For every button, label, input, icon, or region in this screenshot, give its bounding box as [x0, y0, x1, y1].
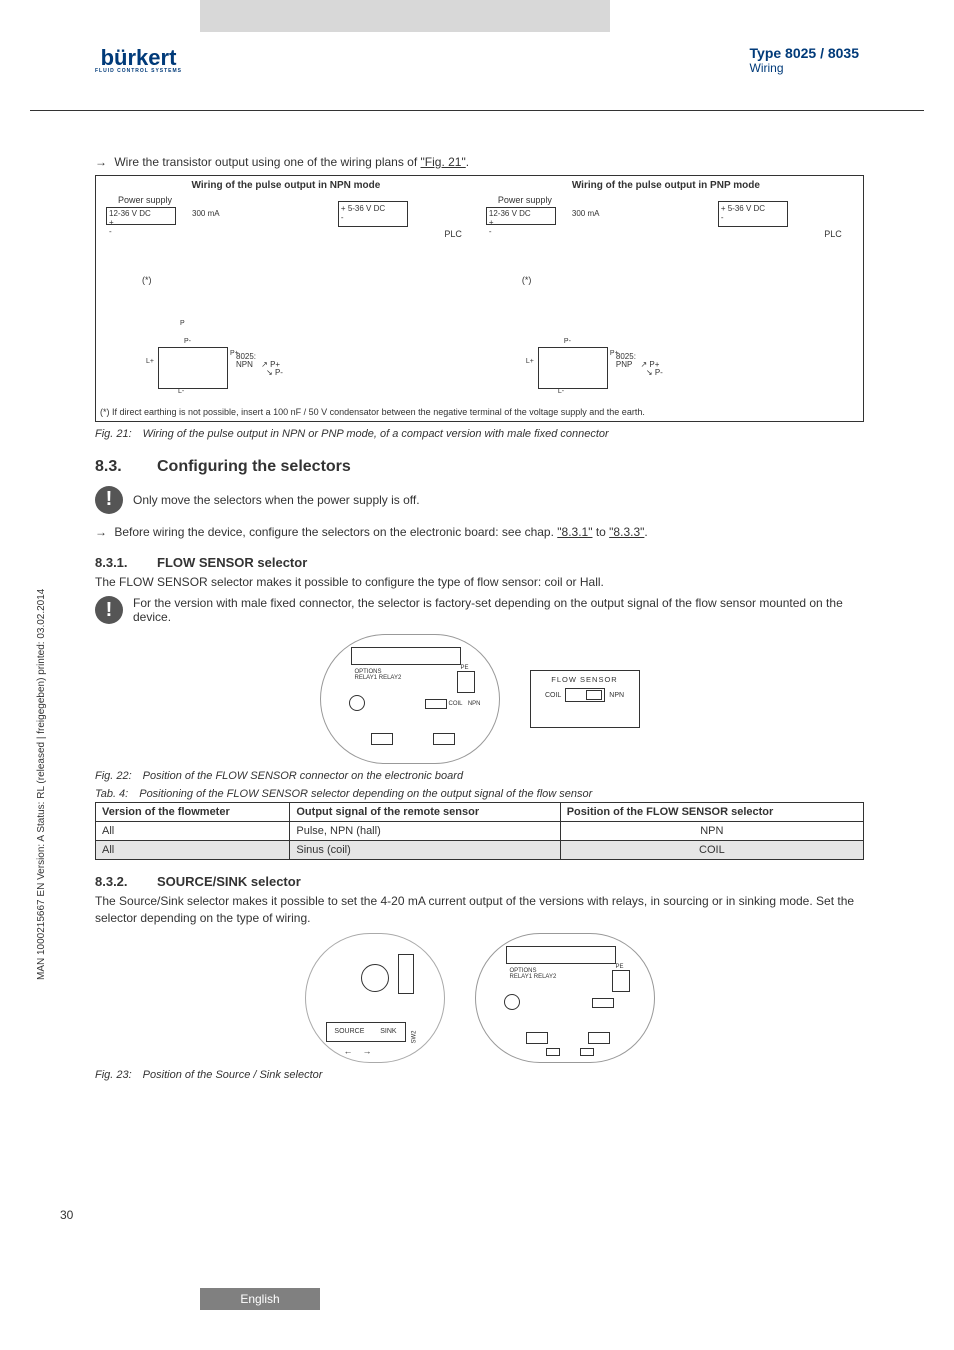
link-fig21[interactable]: "Fig. 21": [421, 155, 466, 169]
sec831-body: The FLOW SENSOR selector makes it possib…: [95, 574, 864, 591]
table-row: All Pulse, NPN (hall) NPN: [96, 822, 864, 841]
th-position: Position of the FLOW SENSOR selector: [560, 803, 863, 822]
heading-8-3-1: 8.3.1.FLOW SENSOR selector: [95, 555, 864, 570]
heading-8-3: 8.3.Configuring the selectors: [95, 458, 864, 476]
logo-tagline: FLUID CONTROL SYSTEMS: [95, 69, 182, 74]
fig22-row: PE OPTIONS RELAY1 RELAY2 COIL NPN FLOW S…: [95, 634, 864, 764]
before-wiring-note: Before wiring the device, configure the …: [95, 524, 864, 541]
intro-instruction: Wire the transistor output using one of …: [95, 154, 864, 171]
pnp-mode-diagram: Wiring of the pulse output in PNP mode P…: [480, 180, 852, 395]
th-output: Output signal of the remote sensor: [290, 803, 560, 822]
flow-sensor-selector-detail: FLOW SENSOR COIL NPN: [530, 670, 640, 728]
fig21-caption: Fig. 21: Wiring of the pulse output in N…: [95, 428, 864, 440]
page-number: 30: [60, 1208, 73, 1222]
doc-section: Wiring: [750, 61, 859, 75]
source-sink-zoom: SOURCE SINK ← → SW2: [305, 933, 445, 1063]
switch-icon: [565, 688, 605, 702]
footer-language: English: [200, 1288, 320, 1310]
link-831[interactable]: "8.3.1": [557, 525, 592, 539]
table-row: All Sinus (coil) COIL: [96, 841, 864, 860]
fig23-row: SOURCE SINK ← → SW2 PE OPTIONS RELAY1 RE…: [95, 933, 864, 1063]
fig21-footnote: (*) If direct earthing is not possible, …: [100, 407, 859, 417]
warning-icon: !: [95, 486, 123, 514]
logo-text: bürkert: [95, 47, 182, 69]
th-version: Version of the flowmeter: [96, 803, 290, 822]
warning-8-3-1: ! For the version with male fixed connec…: [95, 596, 864, 624]
doc-type: Type 8025 / 8035: [750, 45, 859, 61]
heading-8-3-2: 8.3.2.SOURCE/SINK selector: [95, 874, 864, 889]
tab4-caption: Tab. 4: Positioning of the FLOW SENSOR s…: [95, 788, 864, 800]
electronic-board-icon: PE OPTIONS RELAY1 RELAY2 COIL NPN: [320, 634, 500, 764]
side-metadata: MAN 1000215667 EN Version: A Status: RL …: [36, 589, 47, 980]
warning-icon: !: [95, 596, 123, 624]
electronic-board-icon: PE OPTIONS RELAY1 RELAY2: [475, 933, 655, 1063]
figure-21-box: Wiring of the pulse output in NPN mode P…: [95, 175, 864, 422]
doc-identifier: Type 8025 / 8035 Wiring: [750, 45, 859, 75]
fig22-caption: Fig. 22: Position of the FLOW SENSOR con…: [95, 770, 864, 782]
source-sink-switch: SOURCE SINK: [326, 1022, 406, 1042]
link-833[interactable]: "8.3.3": [609, 525, 644, 539]
brand-logo: bürkert FLUID CONTROL SYSTEMS: [95, 47, 182, 74]
npn-mode-diagram: Wiring of the pulse output in NPN mode P…: [100, 180, 472, 395]
fig23-caption: Fig. 23: Position of the Source / Sink s…: [95, 1069, 864, 1081]
tab4-table: Version of the flowmeter Output signal o…: [95, 802, 864, 860]
sec832-body: The Source/Sink selector makes it possib…: [95, 893, 864, 927]
warning-8-3: ! Only move the selectors when the power…: [95, 486, 864, 514]
connector-icon: [538, 347, 608, 389]
connector-icon: [158, 347, 228, 389]
